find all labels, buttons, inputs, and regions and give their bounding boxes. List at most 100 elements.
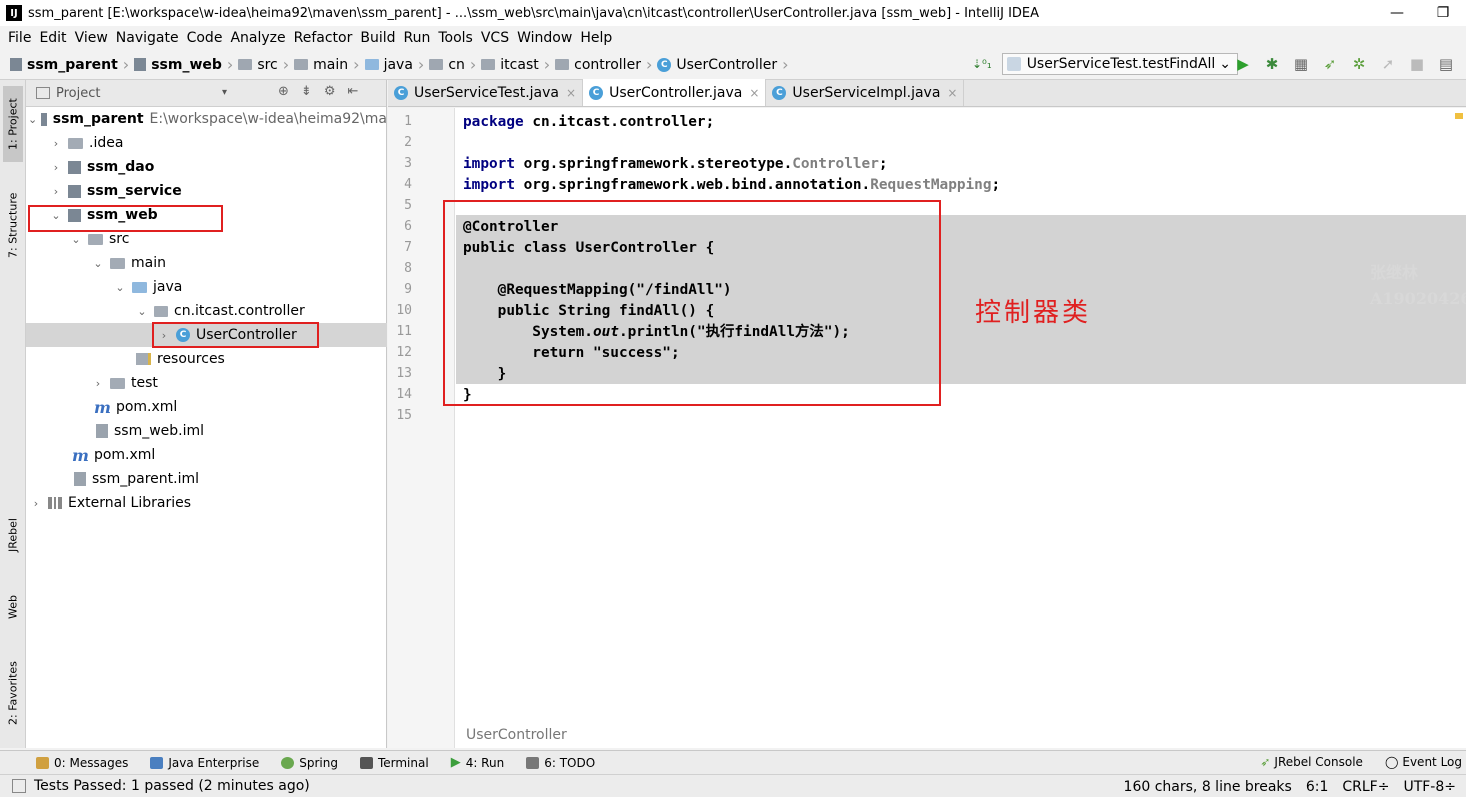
crumb-src[interactable]: src ›	[238, 55, 294, 74]
sort-icon[interactable]: ⇣⁰₁	[972, 57, 992, 71]
code-text: org.springframework.web.bind.annotation.	[514, 177, 871, 193]
run-config-selector[interactable]: UserServiceTest.testFindAll ⌄	[1001, 53, 1239, 75]
tab-project-toolwindow[interactable]: 1: Project	[3, 86, 23, 162]
menu-analyze[interactable]: Analyze	[226, 30, 289, 46]
caret-down-icon[interactable]: ▾	[222, 87, 227, 98]
menu-help[interactable]: Help	[576, 30, 616, 46]
chevron-down-icon[interactable]: ⌄	[112, 281, 128, 294]
tab-userserviceimpl[interactable]: C UserServiceImpl.java ×	[766, 79, 965, 106]
menu-build[interactable]: Build	[356, 30, 399, 46]
chevron-down-icon[interactable]: ⌄	[134, 305, 150, 318]
tree-item-ssm-dao[interactable]: › ssm_dao	[26, 155, 387, 179]
jrebel-debug-icon[interactable]: ✲	[1349, 54, 1369, 74]
tree-item-test[interactable]: › test	[26, 371, 387, 395]
gear-icon[interactable]: ⚙	[324, 84, 336, 99]
tool-run[interactable]: ▶ 4: Run	[451, 755, 505, 770]
menu-refactor[interactable]: Refactor	[290, 30, 357, 46]
crumb-usercontroller[interactable]: C UserController ›	[657, 55, 793, 74]
tree-item-ssm-parent[interactable]: ⌄ ssm_parent E:\workspace\w-idea\heima92…	[26, 107, 387, 131]
chevron-right-icon[interactable]: ›	[28, 497, 44, 510]
file-encoding[interactable]: UTF-8÷	[1403, 779, 1456, 795]
line-separator[interactable]: CRLF÷	[1342, 779, 1389, 795]
tree-item-pom-xml-parent[interactable]: m pom.xml	[26, 443, 387, 467]
tool-java-enterprise[interactable]: Java Enterprise	[150, 756, 259, 770]
stop-icon[interactable]: ■	[1407, 54, 1427, 74]
tree-item-label: pom.xml	[115, 399, 178, 415]
tree-item-ssm-web-iml[interactable]: ssm_web.iml	[26, 419, 387, 443]
hide-icon[interactable]: ⇤	[347, 84, 358, 99]
tree-item-main[interactable]: ⌄ main	[26, 251, 387, 275]
crumb-ssm-parent[interactable]: ssm_parent ›	[10, 55, 134, 74]
chevron-right-icon[interactable]: ›	[48, 137, 64, 150]
coverage-icon[interactable]: ▦	[1291, 54, 1311, 74]
crumb-controller[interactable]: controller ›	[555, 55, 657, 74]
caret-position[interactable]: 6:1	[1306, 779, 1329, 795]
tree-item-pom-xml-web[interactable]: m pom.xml	[26, 395, 387, 419]
chevron-right-icon[interactable]: ›	[90, 377, 106, 390]
menu-code[interactable]: Code	[183, 30, 227, 46]
chevron-down-icon[interactable]: ⌄	[28, 113, 37, 126]
tool-todo[interactable]: 6: TODO	[526, 756, 595, 770]
close-icon[interactable]: ×	[749, 86, 759, 100]
chevron-right-icon[interactable]: ›	[48, 161, 64, 174]
run-icon[interactable]: ▶	[1233, 54, 1253, 74]
chevron-down-icon[interactable]: ⌄	[90, 257, 106, 270]
chevron-down-icon[interactable]: ⌄	[68, 233, 84, 246]
menu-run[interactable]: Run	[400, 30, 435, 46]
close-icon[interactable]: ×	[566, 86, 576, 100]
debug-icon[interactable]: ✱	[1262, 54, 1282, 74]
restore-button[interactable]: ❐	[1420, 0, 1466, 26]
project-structure-icon[interactable]: ▤	[1436, 54, 1456, 74]
menu-view[interactable]: View	[71, 30, 112, 46]
analysis-marker-icon[interactable]	[1455, 113, 1463, 119]
menu-tools[interactable]: Tools	[434, 30, 477, 46]
tool-spring[interactable]: Spring	[281, 756, 338, 770]
editor-breadcrumb[interactable]: UserController	[466, 727, 567, 743]
locate-icon[interactable]: ⊕	[278, 84, 289, 99]
crumb-cn[interactable]: cn ›	[429, 55, 481, 74]
tree-item-label: src	[109, 231, 130, 247]
code-editor[interactable]: 1 2 3 4 5 6 7 8 9 10 11 12 13 14 15 pack…	[388, 108, 1466, 748]
project-view-selector[interactable]: Project	[56, 86, 100, 101]
minimize-button[interactable]: —	[1374, 0, 1420, 26]
menu-window[interactable]: Window	[513, 30, 576, 46]
project-panel: Project ▾ ⊕ ⇟ ⚙ ⇤ ⌄ ssm_parent E:\worksp…	[26, 80, 387, 748]
tab-web-toolwindow[interactable]: Web	[3, 582, 23, 632]
tab-userservicetest[interactable]: C UserServiceTest.java ×	[388, 79, 584, 106]
chevron-right-icon[interactable]: ›	[48, 185, 64, 198]
tool-event-log[interactable]: ◯ Event Log	[1385, 755, 1462, 769]
tab-usercontroller[interactable]: C UserController.java ×	[583, 79, 767, 106]
event-log-icon: ◯	[1384, 755, 1399, 769]
build-icon[interactable]: ➚	[1378, 54, 1398, 74]
tool-terminal[interactable]: Terminal	[359, 756, 429, 770]
crumb-main[interactable]: main ›	[294, 55, 364, 74]
tree-item-resources[interactable]: resources	[26, 347, 387, 371]
tree-item-ssm-parent-iml[interactable]: ssm_parent.iml	[26, 467, 387, 491]
tab-label: UserServiceImpl.java	[792, 84, 941, 101]
tab-jrebel-toolwindow[interactable]: JRebel	[3, 505, 23, 565]
tree-item-cn-itcast-controller[interactable]: ⌄ cn.itcast.controller	[26, 299, 387, 323]
crumb-ssm-web[interactable]: ssm_web ›	[134, 55, 238, 74]
jrebel-run-icon[interactable]: ➶	[1320, 54, 1340, 74]
tree-item-idea[interactable]: › .idea	[26, 131, 387, 155]
tree-item-ssm-service[interactable]: › ssm_service	[26, 179, 387, 203]
unused-import: RequestMapping	[870, 177, 992, 193]
tool-messages[interactable]: 0: Messages	[36, 756, 128, 770]
window-controls: — ❐	[1374, 0, 1466, 26]
junit-icon	[1006, 57, 1021, 71]
crumb-java[interactable]: java ›	[364, 55, 430, 74]
tree-item-external-libraries[interactable]: › External Libraries	[26, 491, 387, 515]
tree-item-java[interactable]: ⌄ java	[26, 275, 387, 299]
collapse-all-icon[interactable]: ⇟	[301, 84, 312, 99]
menu-edit[interactable]: Edit	[35, 30, 70, 46]
menu-file[interactable]: File	[4, 30, 35, 46]
menu-vcs[interactable]: VCS	[477, 30, 513, 46]
tab-structure-toolwindow[interactable]: 7: Structure	[3, 180, 23, 270]
tab-favorites-toolwindow[interactable]: 2: Favorites	[3, 648, 23, 738]
run-icon: ▶	[450, 755, 461, 770]
tool-jrebel-console[interactable]: ➶ JRebel Console	[1260, 755, 1363, 769]
menu-navigate[interactable]: Navigate	[112, 30, 183, 46]
tool-windows-toggle-icon[interactable]	[12, 779, 26, 793]
close-icon[interactable]: ×	[947, 86, 957, 100]
crumb-itcast[interactable]: itcast ›	[481, 55, 555, 74]
